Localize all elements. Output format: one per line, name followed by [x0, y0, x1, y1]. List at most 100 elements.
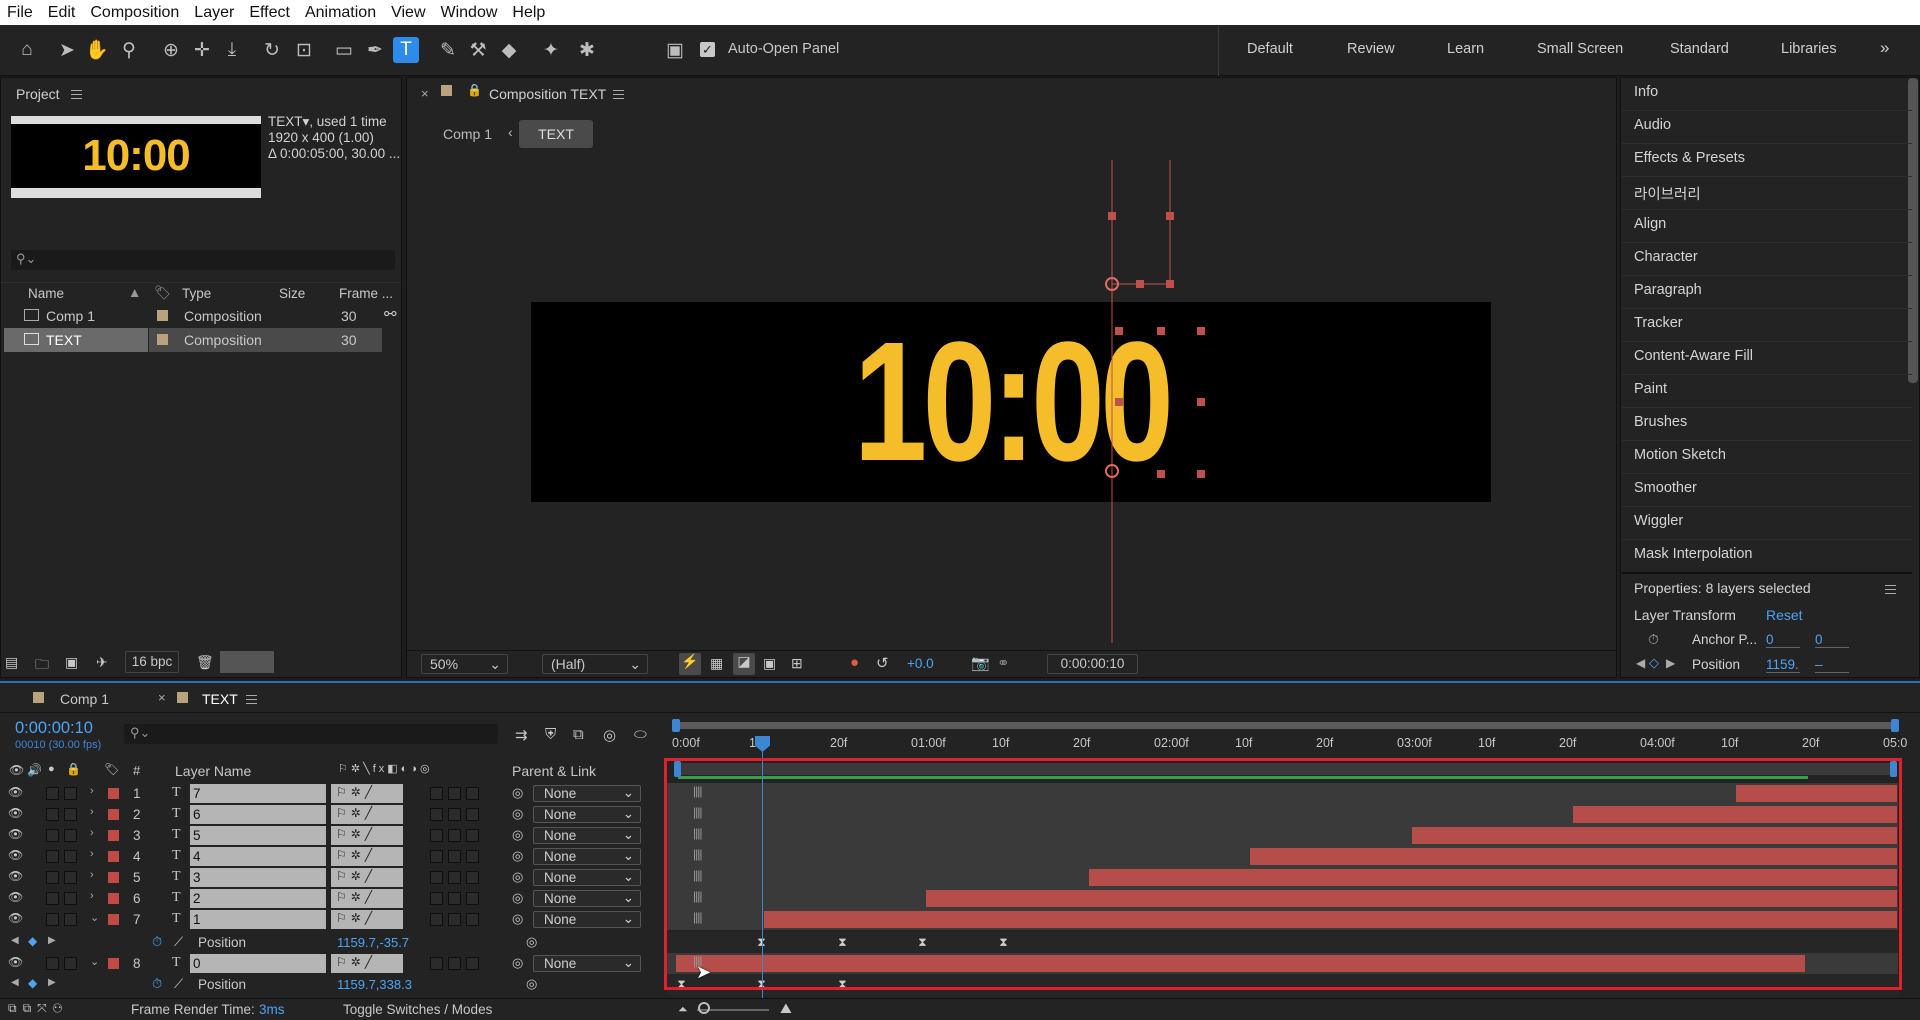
solo-switch[interactable] [46, 957, 59, 970]
menu-layer[interactable]: Layer [187, 4, 242, 22]
brush-tool-icon[interactable]: ✎ [435, 37, 461, 63]
reset-button[interactable]: Reset [1766, 607, 1803, 623]
layer-switches[interactable]: ⚐✲╱ [336, 869, 376, 883]
type-tool-icon[interactable]: T [393, 37, 419, 63]
position-x-value[interactable]: 1159. [1766, 657, 1800, 673]
fx-switch[interactable] [430, 829, 443, 842]
lock-switch[interactable] [64, 871, 77, 884]
panel-tracker[interactable]: Tracker [1634, 315, 1683, 331]
pen-tool-icon[interactable]: ✒ [362, 37, 388, 63]
motion-blur-switch[interactable] [448, 808, 461, 821]
eraser-tool-icon[interactable]: ◆ [496, 37, 522, 63]
project-row-comp1[interactable]: Comp 1 Composition 30 ⚯ [4, 304, 397, 328]
eye-icon[interactable]: 👁 [8, 869, 23, 883]
layer-row[interactable]: 👁 › 5 T 3 ⚐✲╱ ◎ None ⌄ [0, 867, 665, 888]
motion-blur-switch[interactable] [448, 850, 461, 863]
eye-icon[interactable]: 👁 [8, 890, 23, 904]
pickwhip-icon[interactable]: ◎ [526, 976, 537, 992]
lock-switch[interactable] [64, 850, 77, 863]
layer-switches[interactable]: ⚐✲╱ [336, 827, 376, 841]
bpc-button[interactable]: 16 bpc [125, 651, 179, 673]
eye-icon[interactable]: 👁 [8, 827, 23, 841]
shy-icon[interactable]: ⧉ [573, 726, 584, 743]
pickwhip-icon[interactable]: ◎ [512, 785, 523, 801]
bbox-handle[interactable] [1157, 470, 1165, 478]
chevron-right-icon[interactable]: › [90, 890, 94, 902]
solo-switch[interactable] [46, 871, 59, 884]
layer-switches[interactable]: ⚐✲╱ [336, 890, 376, 904]
layer-row[interactable]: 👁 ⌄ 7 T 1 ⚐✲╱ ◎ None ⌄ [0, 909, 665, 930]
timeline-timecode[interactable]: 0:00:00:10 [15, 719, 93, 738]
panel-info[interactable]: Info [1634, 84, 1658, 100]
motion-blur-switch[interactable] [448, 787, 461, 800]
pickwhip-icon[interactable]: ◎ [512, 955, 523, 971]
solo-icon[interactable]: ● [48, 763, 55, 775]
menu-view[interactable]: View [384, 4, 433, 22]
project-search-input[interactable]: ⚲⌄ [11, 250, 395, 270]
chevron-right-icon[interactable]: › [90, 869, 94, 881]
next-keyframe-icon[interactable]: ▶ [48, 935, 56, 946]
project-menu-icon[interactable] [71, 90, 82, 99]
prev-keyframe-icon[interactable]: ◀ [11, 935, 19, 946]
bbox-handle[interactable] [1197, 398, 1205, 406]
panel-content-aware-fill[interactable]: Content-Aware Fill [1634, 348, 1753, 364]
keyframe-toggle-icon[interactable]: ◇ [1649, 655, 1659, 671]
path-point[interactable] [1166, 212, 1174, 220]
col-parent-link[interactable]: Parent & Link [512, 763, 596, 779]
lock-switch[interactable] [64, 787, 77, 800]
menu-composition[interactable]: Composition [83, 4, 187, 22]
new-folder-icon[interactable]: 🗀 [35, 654, 49, 678]
reset-exposure-icon[interactable]: ↺ [876, 654, 889, 672]
eye-icon[interactable]: 👁 [8, 806, 23, 820]
rotation-tool-icon[interactable]: ↻ [259, 37, 285, 63]
pickwhip-icon[interactable]: ◎ [512, 806, 523, 822]
pickwhip-icon[interactable]: ◎ [512, 869, 523, 885]
footer-toggle-icons[interactable]: ⧉⧉⤧⚇ [8, 1001, 68, 1016]
label-tag-icon[interactable]: 🏷 [154, 285, 171, 301]
adjustment-switch[interactable] [466, 850, 479, 863]
eye-icon[interactable]: 👁 [8, 955, 23, 969]
color-swatch[interactable] [220, 651, 274, 673]
fx-switch[interactable] [430, 892, 443, 905]
layer-name[interactable]: 2 [193, 891, 201, 906]
layer-switches[interactable]: ⚐✲╱ [336, 848, 376, 862]
parent-dropdown[interactable]: None ⌄ [533, 911, 641, 928]
parent-dropdown[interactable]: None ⌄ [533, 785, 641, 802]
stopwatch-icon[interactable]: ⏱ [152, 934, 162, 950]
panel-icon[interactable]: ▣ [662, 37, 688, 63]
chevron-down-icon[interactable]: ⌄ [90, 911, 99, 924]
layer-row[interactable]: 👁 › 1 T 7 ⚐✲╱ ◎ None ⌄ [0, 783, 665, 804]
panel-paragraph[interactable]: Paragraph [1634, 282, 1702, 298]
transparency-grid-icon[interactable]: ▦ [710, 655, 723, 672]
layer-row[interactable]: 👁 › 3 T 5 ⚐✲╱ ◎ None ⌄ [0, 825, 665, 846]
anchor-tool-icon[interactable]: ⊡ [291, 37, 317, 63]
label-color[interactable] [157, 310, 168, 321]
audio-toggle-icon[interactable]: 🔊 [27, 763, 42, 777]
path-point[interactable] [1136, 280, 1144, 288]
solo-switch[interactable] [46, 808, 59, 821]
eye-icon[interactable]: 👁 [8, 848, 23, 862]
hand-tool-icon[interactable]: ✋ [84, 37, 110, 63]
pan-tool-icon[interactable]: ✛ [189, 37, 215, 63]
panel-libraries-ko[interactable]: 라이브러리 [1634, 183, 1701, 204]
lock-switch[interactable] [64, 829, 77, 842]
tab-text[interactable]: TEXT [202, 691, 238, 707]
panel-motion-sketch[interactable]: Motion Sketch [1634, 447, 1726, 463]
lock-switch[interactable] [64, 913, 77, 926]
chevron-right-icon[interactable]: › [90, 827, 94, 839]
trash-icon[interactable]: 🗑 [196, 654, 214, 671]
solo-switch[interactable] [46, 892, 59, 905]
anchor-stopwatch-icon[interactable]: ⏱ [1648, 631, 1659, 648]
bbox-handle[interactable] [1197, 327, 1205, 335]
chevron-right-icon[interactable]: › [90, 785, 94, 797]
dolly-tool-icon[interactable]: ⤓ [219, 37, 245, 63]
layer-name[interactable]: 6 [193, 807, 201, 822]
menu-animation[interactable]: Animation [298, 4, 384, 22]
layer-label-color[interactable] [108, 788, 119, 799]
new-composition-icon[interactable]: ▣ [65, 654, 78, 671]
fx-switch[interactable] [430, 787, 443, 800]
layer-row[interactable]: 👁 › 2 T 6 ⚐✲╱ ◎ None ⌄ [0, 804, 665, 825]
panel-character[interactable]: Character [1634, 249, 1698, 265]
solo-switch[interactable] [46, 787, 59, 800]
layer-label-color[interactable] [108, 893, 119, 904]
